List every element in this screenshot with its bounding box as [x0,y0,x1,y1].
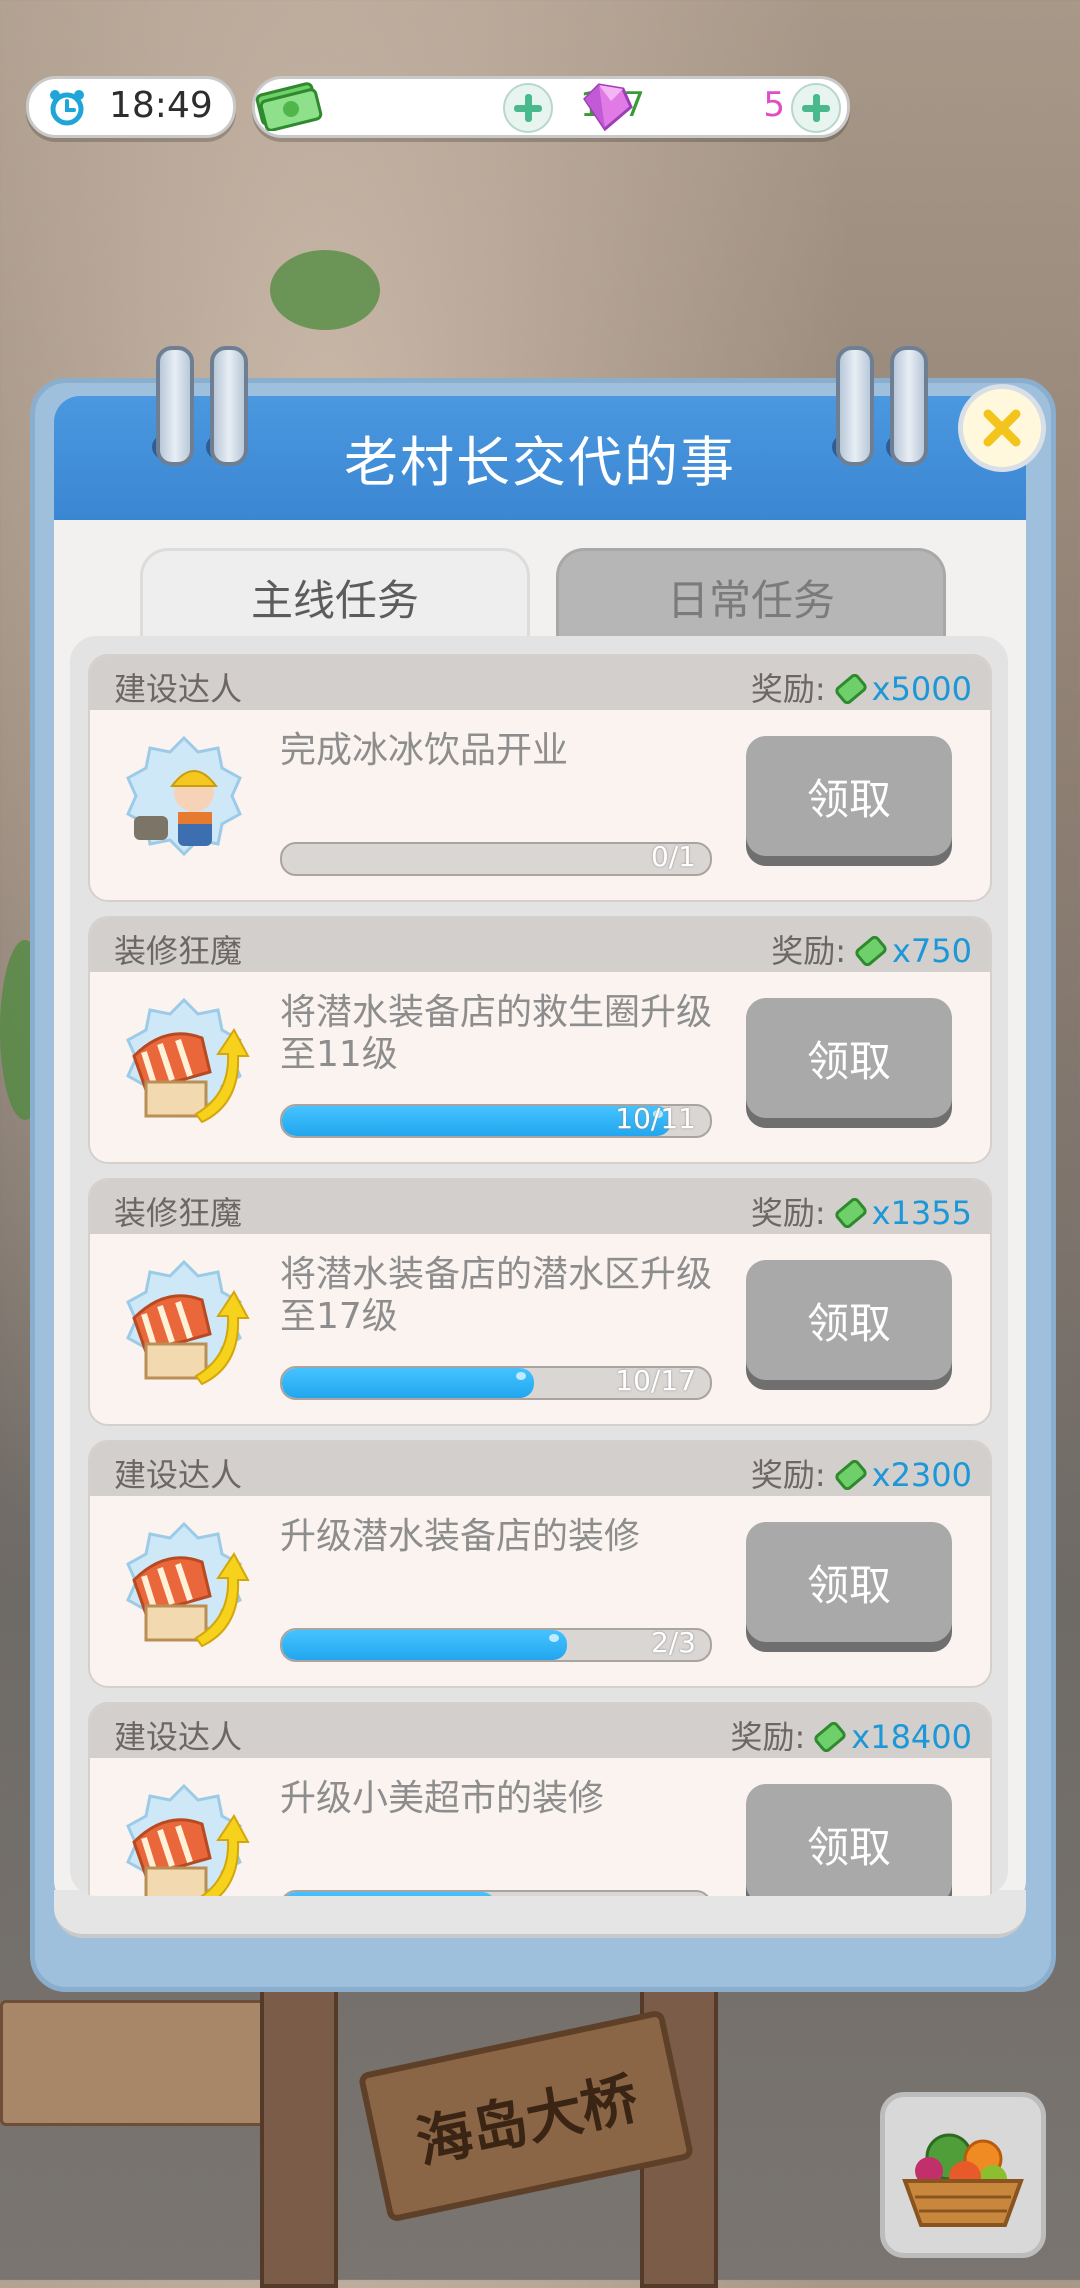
tab-daily-quests[interactable]: 日常任务 [556,548,946,643]
task-header: 建设达人 奖励: x18400 [90,1704,990,1758]
add-cash-button[interactable] [503,83,553,133]
binder-ring [836,346,874,466]
task-header: 建设达人 奖励: x5000 [90,656,990,710]
binder-ring [890,346,928,466]
fruit-basket-icon [902,2133,1024,2227]
close-icon [983,409,1021,447]
task-reward: 奖励: x18400 [730,1712,972,1758]
task-card: 建设达人 奖励: x18400 升级小美超市的装修 领取 [88,1702,992,1896]
task-header: 装修狂魔 奖励: x1355 [90,1180,990,1234]
progress-text: 2/3 [650,1628,696,1659]
claim-button[interactable]: 领取 [746,1784,952,1896]
reward-amount: x18400 [851,1718,972,1756]
reward-label: 奖励: [771,932,846,970]
task-category: 装修狂魔 [114,932,243,970]
task-reward: 奖励: x1355 [751,1188,972,1234]
cash-ticket-icon [835,1198,867,1228]
progress-text: 0/1 [650,842,696,873]
task-description: 完成冰冰饮品开业 [280,730,569,771]
fruit-basket-button[interactable] [880,2092,1046,2258]
reward-amount: x1355 [871,1194,972,1232]
tab-main-quests[interactable]: 主线任务 [140,548,530,643]
reward-amount: x750 [891,932,972,970]
cash-ticket-icon [835,674,867,704]
reward-label: 奖励: [750,1456,826,1494]
add-gems-button[interactable] [791,83,841,133]
task-category: 建设达人 [114,1456,243,1494]
task-header: 装修狂魔 奖励: x750 [90,918,990,972]
task-progress-bar [280,1890,712,1896]
bridge-sign-text: 海岛大桥 [410,2064,644,2176]
task-category: 建设达人 [114,1718,243,1756]
task-card: 建设达人 奖励: x5000 完成冰冰饮品开业 0/1 领取 [88,654,992,902]
cash-icon [255,82,323,131]
task-category: 装修狂魔 [114,1194,243,1232]
progress-fill [282,1892,496,1896]
progress-fill [282,1630,568,1660]
reward-label: 奖励: [730,1718,806,1756]
claim-button[interactable]: 领取 [746,736,952,856]
reward-label: 奖励: [750,670,826,708]
task-header: 建设达人 奖励: x2300 [90,1442,990,1496]
task-progress-bar: 2/3 [280,1628,712,1662]
reward-amount: x5000 [871,670,972,708]
task-card: 装修狂魔 奖励: x1355 将潜水装备店的潜水区升级至17级 10/17 领取 [88,1178,992,1426]
task-description: 将潜水装备店的救生圈升级至11级 [280,992,713,1075]
binder-ring [156,346,194,466]
shop-upgrade-icon [126,1521,250,1648]
close-button[interactable] [958,384,1046,472]
task-reward: 奖励: x5000 [751,664,972,710]
task-list[interactable]: 建设达人 奖励: x5000 完成冰冰饮品开业 0/1 领取 装修狂魔 奖励: x7… [70,636,1008,1896]
task-reward: 奖励: x750 [771,926,972,972]
cash-ticket-icon [855,936,887,966]
claim-button[interactable]: 领取 [746,1260,952,1380]
task-category: 建设达人 [114,670,243,708]
progress-fill [282,1106,672,1136]
task-card: 装修狂魔 奖励: x750 将潜水装备店的救生圈升级至11级 10/11 领取 [88,916,992,1164]
progress-fill [282,1368,534,1398]
progress-text: 10/11 [615,1104,696,1135]
gem-icon [583,83,633,132]
reward-amount: x2300 [871,1456,972,1494]
alarm-clock-icon [50,90,84,126]
task-description: 升级小美超市的装修 [280,1778,605,1819]
task-description: 将潜水装备店的潜水区升级至17级 [280,1254,713,1337]
shop-upgrade-icon [126,1783,250,1896]
wooden-deck [0,2000,266,2126]
task-card: 建设达人 奖励: x2300 升级潜水装备店的装修 2/3 领取 [88,1440,992,1688]
cash-ticket-icon [814,1722,846,1752]
worker-icon [126,735,242,857]
shop-upgrade-icon [126,1259,250,1386]
shop-upgrade-icon [126,997,250,1124]
bridge-post [260,1960,338,2288]
reward-label: 奖励: [750,1194,826,1232]
clock-display: 18:49 [26,76,236,138]
gem-amount: 5 [763,85,785,125]
task-progress-bar: 0/1 [280,842,712,876]
clock-time: 18:49 [109,85,213,126]
task-description: 升级潜水装备店的装修 [280,1516,641,1557]
claim-button[interactable]: 领取 [746,1522,952,1642]
currency-bar: 157 5 [252,76,850,138]
binder-ring [210,346,248,466]
panel-paper-edge [54,1890,1026,1938]
cash-ticket-icon [835,1460,867,1490]
claim-button[interactable]: 领取 [746,998,952,1118]
tree-decoration [270,250,380,330]
task-progress-bar: 10/11 [280,1104,712,1138]
task-reward: 奖励: x2300 [751,1450,972,1496]
task-progress-bar: 10/17 [280,1366,712,1400]
progress-text: 10/17 [615,1366,696,1397]
panel-title: 老村长交代的事 [344,431,736,494]
